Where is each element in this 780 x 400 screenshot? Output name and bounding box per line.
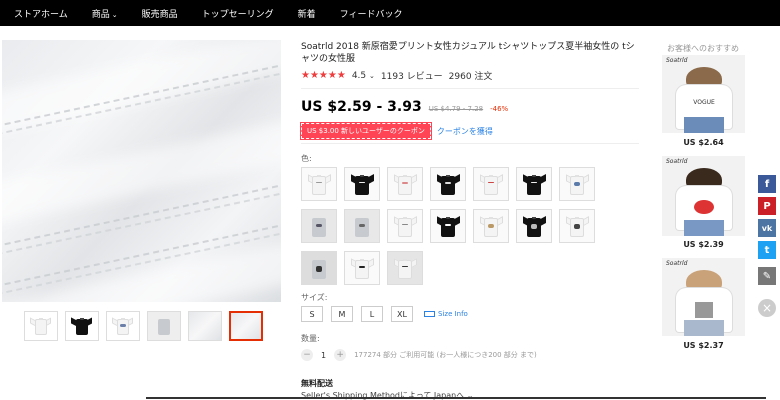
quantity-increase-button[interactable]: + bbox=[334, 349, 347, 361]
recommended-price-3[interactable]: US $2.37 bbox=[662, 341, 745, 350]
divider bbox=[301, 88, 639, 89]
order-count: 2960 注文 bbox=[448, 72, 493, 82]
color-option[interactable] bbox=[559, 167, 595, 201]
recommend-title: お客様へのおすすめ bbox=[667, 44, 739, 53]
get-coupon-link[interactable]: クーポンを獲得 bbox=[437, 126, 493, 137]
product-title: Soatrld 2018 新原宿愛プリント女性カジュアル tシャツトップス夏半袖… bbox=[301, 42, 635, 64]
size-s-button[interactable]: S bbox=[301, 306, 323, 322]
rating-number: 4.5 bbox=[351, 70, 367, 81]
edit-share-icon[interactable]: ✎ bbox=[758, 267, 776, 285]
color-label: 色: bbox=[301, 154, 312, 163]
discount-badge: -46% bbox=[490, 105, 509, 113]
vk-share-icon[interactable]: vk bbox=[758, 219, 776, 237]
thumbnail-4[interactable] bbox=[147, 311, 181, 341]
price-row: US $2.59 - 3.93 US $4.79 - 7.28 -46% bbox=[301, 99, 508, 115]
rating-row: ★★★★★ 4.5 ⌄ 1193 レビュー 2960 注文 bbox=[301, 69, 492, 82]
chevron-down-icon: ⌄ bbox=[369, 71, 375, 80]
nav-new-arrivals[interactable]: 新着 bbox=[298, 7, 316, 20]
nav-store-home[interactable]: ストアホーム bbox=[14, 7, 68, 20]
brand-label: Soatrld bbox=[666, 158, 688, 165]
color-option[interactable] bbox=[430, 209, 466, 243]
ruler-icon bbox=[424, 311, 435, 317]
thumbnail-5[interactable] bbox=[188, 311, 222, 341]
color-option[interactable] bbox=[387, 167, 423, 201]
rating-stars-icon[interactable]: ★★★★★ bbox=[301, 70, 346, 81]
color-option[interactable] bbox=[387, 209, 423, 243]
review-count[interactable]: 1193 レビュー bbox=[381, 69, 443, 82]
color-option[interactable] bbox=[387, 251, 423, 285]
brand-label: Soatrld bbox=[666, 260, 688, 267]
shirt-print: VOGUE bbox=[693, 99, 715, 106]
facebook-share-icon[interactable]: f bbox=[758, 175, 776, 193]
nav-top-selling[interactable]: トップセーリング bbox=[202, 7, 274, 20]
size-m-button[interactable]: M bbox=[331, 306, 353, 322]
main-product-image[interactable] bbox=[2, 40, 281, 302]
recommended-product-3[interactable]: Soatrld bbox=[662, 258, 745, 336]
thumbnail-1[interactable] bbox=[24, 311, 58, 341]
nav-products-label: 商品 bbox=[91, 9, 110, 20]
chevron-down-icon: ⌄ bbox=[111, 10, 118, 19]
color-option[interactable] bbox=[301, 251, 337, 285]
store-nav-bar: ストアホーム 商品 ⌄ 販売商品 トップセーリング 新着 フィードバック bbox=[0, 0, 780, 26]
thumbnail-6-selected[interactable] bbox=[229, 311, 263, 341]
original-price: US $4.79 - 7.28 bbox=[428, 105, 484, 113]
new-user-coupon: US $3.00 新しいユーザーのクーポン bbox=[300, 122, 432, 140]
color-option[interactable] bbox=[344, 209, 380, 243]
color-option[interactable] bbox=[301, 209, 337, 243]
recommended-product-2[interactable]: Soatrld bbox=[662, 156, 745, 236]
nav-sale-items[interactable]: 販売商品 bbox=[142, 7, 178, 20]
color-option[interactable] bbox=[473, 209, 509, 243]
image-thumbnails bbox=[24, 311, 263, 341]
color-option[interactable] bbox=[516, 167, 552, 201]
size-l-button[interactable]: L bbox=[361, 306, 383, 322]
nav-products[interactable]: 商品 ⌄ bbox=[92, 7, 118, 20]
color-option[interactable] bbox=[430, 167, 466, 201]
close-icon[interactable]: × bbox=[758, 299, 776, 317]
recommended-price-1[interactable]: US $2.64 bbox=[662, 138, 745, 147]
divider bbox=[301, 143, 639, 144]
twitter-share-icon[interactable]: t bbox=[758, 241, 776, 259]
quantity-stepper: − 1 + 177274 部分 ご利用可能 (お一人様につき200 部分 まで) bbox=[301, 349, 537, 361]
pinterest-share-icon[interactable]: P bbox=[758, 197, 776, 215]
thumbnail-3[interactable] bbox=[106, 311, 140, 341]
color-option[interactable] bbox=[516, 209, 552, 243]
color-option[interactable] bbox=[559, 209, 595, 243]
stock-availability: 177274 部分 ご利用可能 (お一人様につき200 部分 まで) bbox=[354, 351, 537, 359]
recommended-product-1[interactable]: Soatrld VOGUE bbox=[662, 55, 745, 133]
recommended-price-2[interactable]: US $2.39 bbox=[662, 240, 745, 249]
size-info-link[interactable]: Size Info bbox=[424, 310, 468, 318]
current-price: US $2.59 - 3.93 bbox=[301, 99, 422, 115]
shipping-title: 無料配送 bbox=[301, 379, 333, 388]
size-xl-button[interactable]: XL bbox=[391, 306, 413, 322]
rating-value[interactable]: 4.5 ⌄ bbox=[352, 71, 375, 81]
nav-feedback[interactable]: フィードバック bbox=[340, 7, 403, 20]
color-option[interactable] bbox=[344, 167, 380, 201]
color-option[interactable] bbox=[473, 167, 509, 201]
thumbnail-2[interactable] bbox=[65, 311, 99, 341]
quantity-input[interactable]: 1 bbox=[321, 351, 326, 360]
color-option[interactable] bbox=[301, 167, 337, 201]
quantity-label: 数量: bbox=[301, 334, 320, 343]
size-label: サイズ: bbox=[301, 293, 328, 302]
brand-label: Soatrld bbox=[666, 57, 688, 64]
size-info-label: Size Info bbox=[438, 310, 468, 318]
quantity-decrease-button[interactable]: − bbox=[301, 349, 313, 361]
color-option[interactable] bbox=[344, 251, 380, 285]
coupon-row: US $3.00 新しいユーザーのクーポン クーポンを獲得 bbox=[300, 122, 493, 140]
size-options: S M L XL Size Info bbox=[301, 306, 468, 322]
divider bbox=[146, 397, 766, 399]
color-options bbox=[301, 167, 595, 285]
